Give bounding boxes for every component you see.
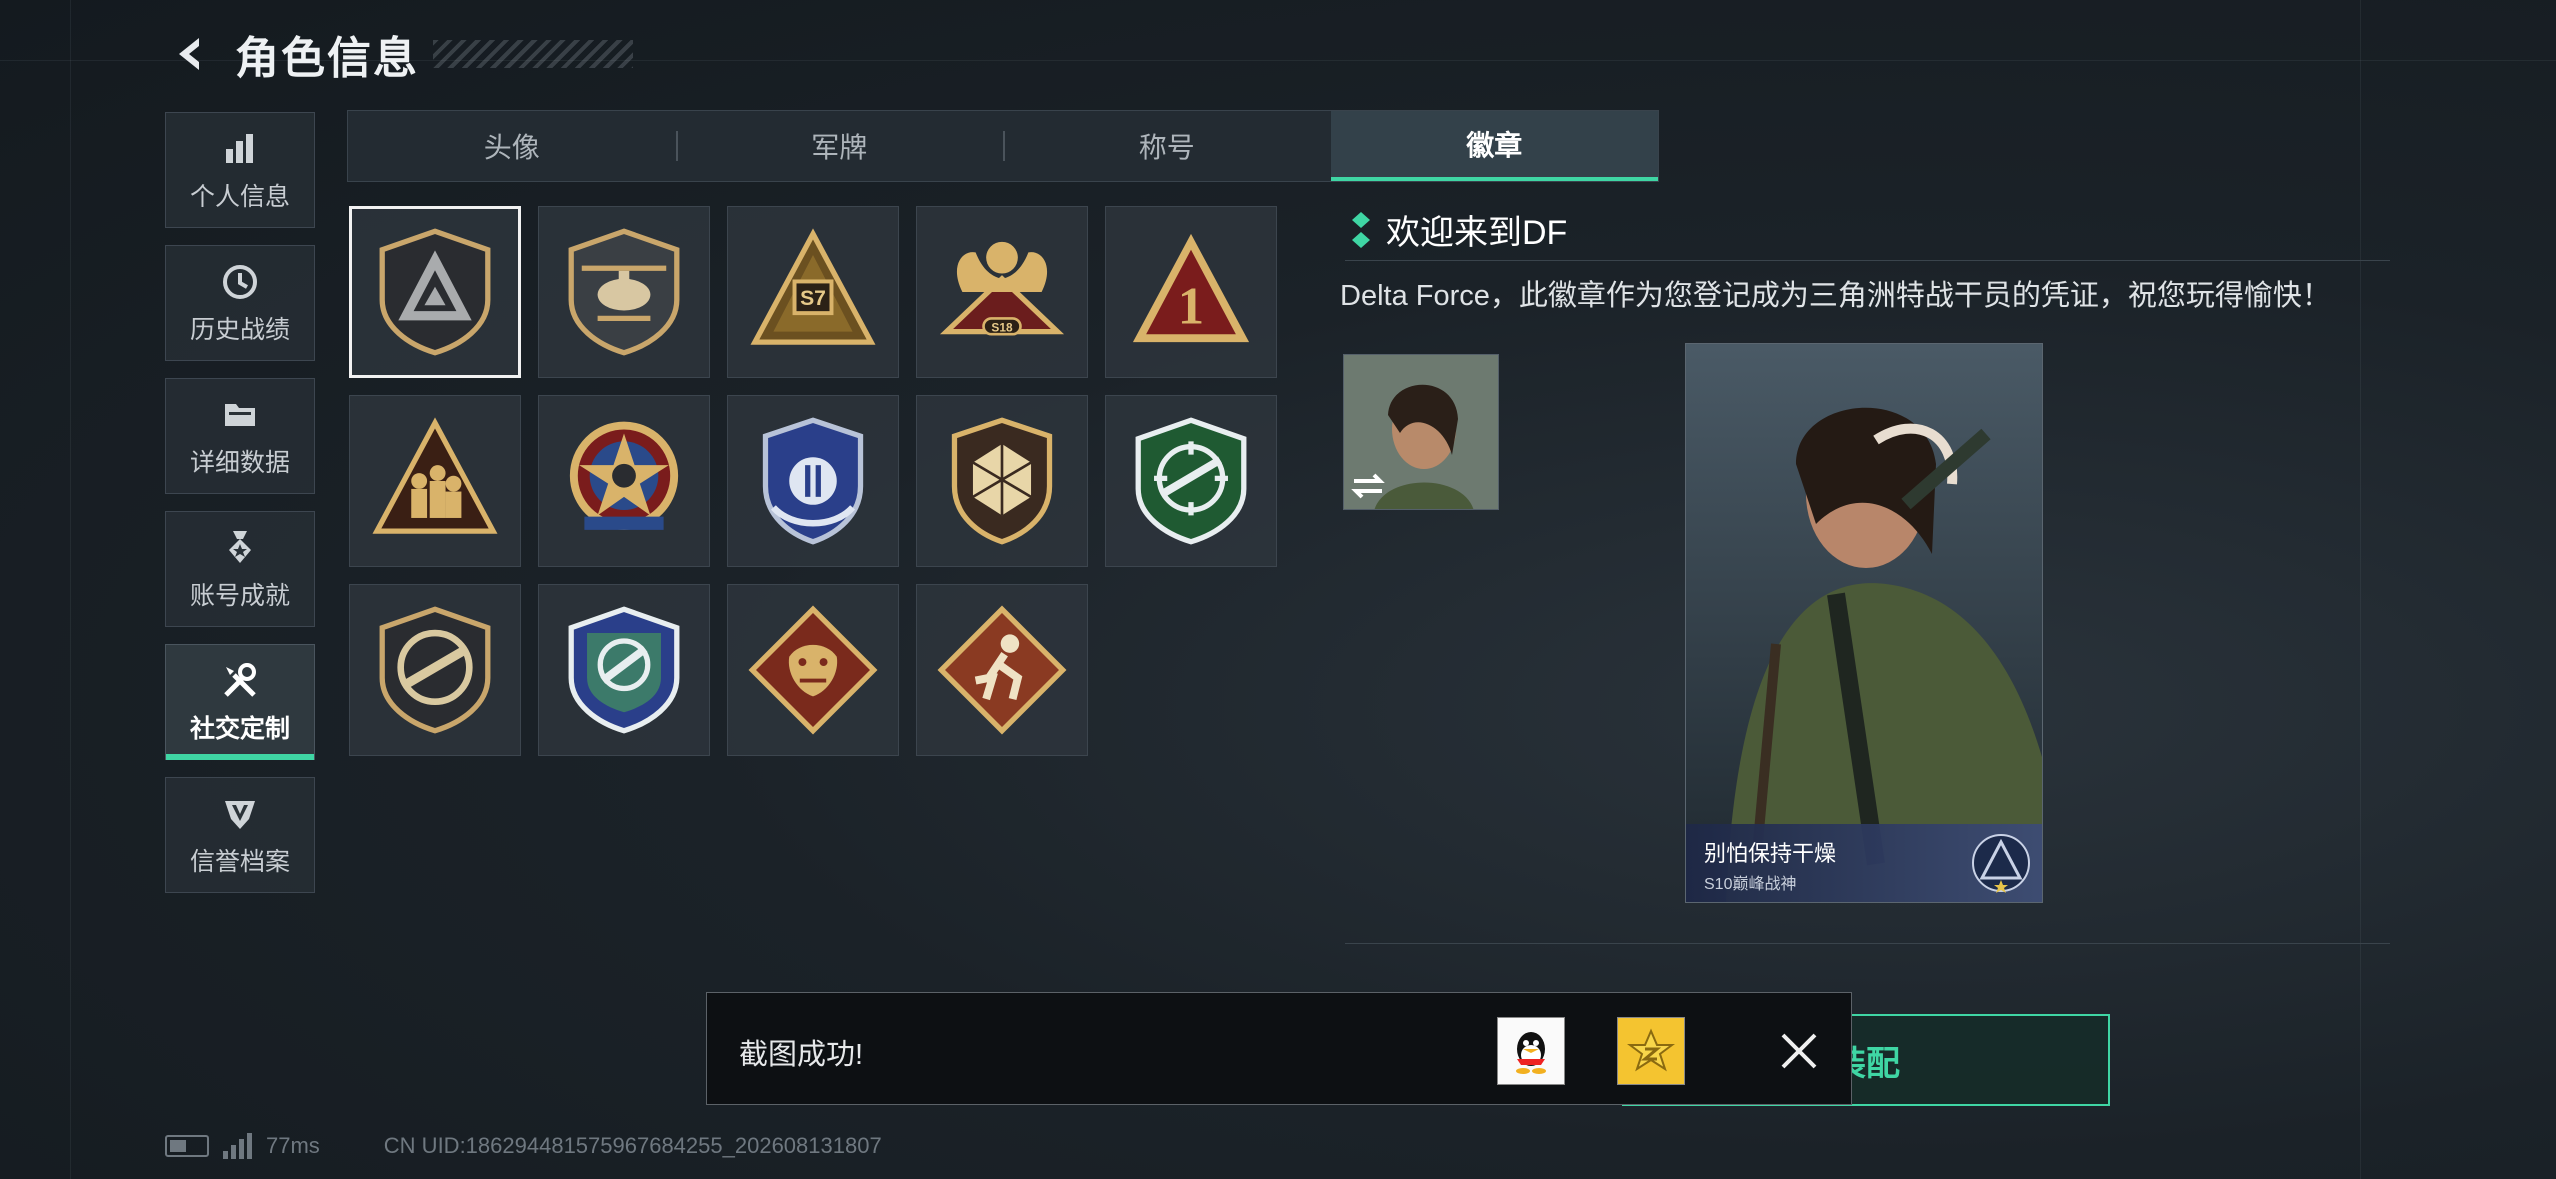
operator-card: 别怕保持干燥 S10巅峰战神 [1685,343,2043,903]
grid-line [2360,0,2361,1179]
badge-s18-eagle[interactable]: S18 [916,206,1088,378]
badge-d20-dice[interactable] [916,395,1088,567]
uid-text: CN UID:1862944815759676842​55_2026081318… [383,1133,882,1158]
sidebar-item-achievements[interactable]: 账号成就 [165,511,315,627]
s18-eagle-badge-icon: S18 [939,241,1065,336]
operator-card-caption: 别怕保持干燥 S10巅峰战神 [1686,824,2042,902]
badge-description: Delta Force，此徽章作为您登记成为三角洲特战干员的凭证，祝您玩得愉快！ [1340,280,2331,312]
soldiers-badge-icon [372,417,498,534]
bar-chart-icon [218,127,262,171]
badge-star-wheel[interactable] [538,395,710,567]
shield-v-icon [218,792,262,836]
grid-line [70,0,71,1179]
badge-triangle-shield[interactable] [349,206,521,378]
runner-badge-icon [937,605,1067,735]
sidebar-item-label: 信誉档案 [189,848,290,876]
tab-badge[interactable]: 徽章 [1330,111,1658,181]
sidebar-item-profile[interactable]: 个人信息 [165,112,315,228]
badge-soldiers[interactable] [349,395,521,567]
badge-s7[interactable]: S7 [727,206,899,378]
tab-title[interactable]: 称号 [1003,111,1331,181]
badge-text: 1 [1178,278,1204,336]
badge-dragon[interactable] [727,584,899,756]
sidebar-item-label: 历史战绩 [189,316,290,344]
badge-text: S18 [991,321,1013,335]
header: 角色信息 [165,22,633,86]
medal-icon [218,526,262,570]
green-rifle-badge-icon [1135,417,1247,545]
tab-avatar[interactable]: 头像 [348,111,676,181]
d20-dice-badge-icon [951,417,1053,545]
avatar-thumbnail[interactable] [1343,354,1499,510]
operator-card-name: 别怕保持干燥 [1704,841,1837,866]
folder-icon [218,393,262,437]
blue-crosshair-badge-icon [568,606,680,734]
dragon-badge-icon [748,605,878,735]
toast-message: 截图成功! [739,1039,864,1071]
back-arrow-icon [179,38,199,70]
sidebar-item-label: 个人信息 [189,183,290,211]
tab-dogtag[interactable]: 军牌 [675,111,1004,181]
tab-bar: 头像 军牌 称号 徽章 [347,110,1659,182]
badge-runner[interactable] [916,584,1088,756]
sidebar-item-label: 账号成就 [189,582,290,610]
title-decoration [433,40,633,68]
swap-icon [1351,473,1385,499]
badge-detail-title: 欢迎来到DF [1350,205,1567,254]
badge-text: S7 [800,287,826,310]
screenshot-toast: 截图成功! [706,992,1852,1105]
divider [1345,943,2390,944]
status-bar: 77ms CN UID:1862944815759676842​55_20260… [165,1126,882,1166]
battery-icon [165,1135,209,1157]
badge-blue-wing[interactable] [727,395,899,567]
badge-helicopter[interactable] [538,206,710,378]
operator-card-art [1686,344,2042,902]
share-qzone-button[interactable] [1617,1017,1685,1085]
rifle-circle-badge-icon [379,606,491,734]
badge-green-rifle[interactable] [1105,395,1277,567]
sidebar-item-detailed-data[interactable]: 详细数据 [165,378,315,494]
s7-badge-icon: S7 [750,228,876,345]
badge-name: 欢迎来到DF [1386,214,1568,252]
sidebar-item-credit-record[interactable]: 信誉档案 [165,777,315,893]
qq-penguin-icon [1516,1032,1546,1074]
badge-rifle-circle[interactable] [349,584,521,756]
rank-emblem-icon [1972,834,2030,893]
badge-number-one[interactable]: 1 [1105,206,1277,378]
number-one-badge-icon: 1 [1132,233,1250,343]
divider [1345,260,2390,261]
sidebar-item-label: 社交定制 [189,715,290,743]
diamond-marker-icon [1352,211,1370,248]
ping-value: 77ms [266,1133,320,1158]
qzone-star-icon [1627,1028,1675,1072]
page-title: 角色信息 [235,34,419,83]
sidebar-item-history[interactable]: 历史战绩 [165,245,315,361]
back-button[interactable] [165,28,217,80]
blue-wing-badge-icon [762,417,864,545]
operator-card-subtitle: S10巅峰战神 [1704,876,1797,893]
tools-icon [218,659,262,703]
sidebar-item-social-custom[interactable]: 社交定制 [165,644,315,760]
sidebar-item-label: 详细数据 [189,449,290,477]
signal-icon [223,1133,252,1159]
triangle-shield-badge-icon [379,228,491,356]
share-qq-button[interactable] [1497,1017,1565,1085]
toast-close-button[interactable] [1769,1021,1829,1081]
helicopter-badge-icon [568,228,680,356]
clock-icon [218,260,262,304]
star-wheel-badge-icon [569,421,679,530]
close-icon [1781,1033,1817,1069]
badge-blue-crosshair[interactable] [538,584,710,756]
